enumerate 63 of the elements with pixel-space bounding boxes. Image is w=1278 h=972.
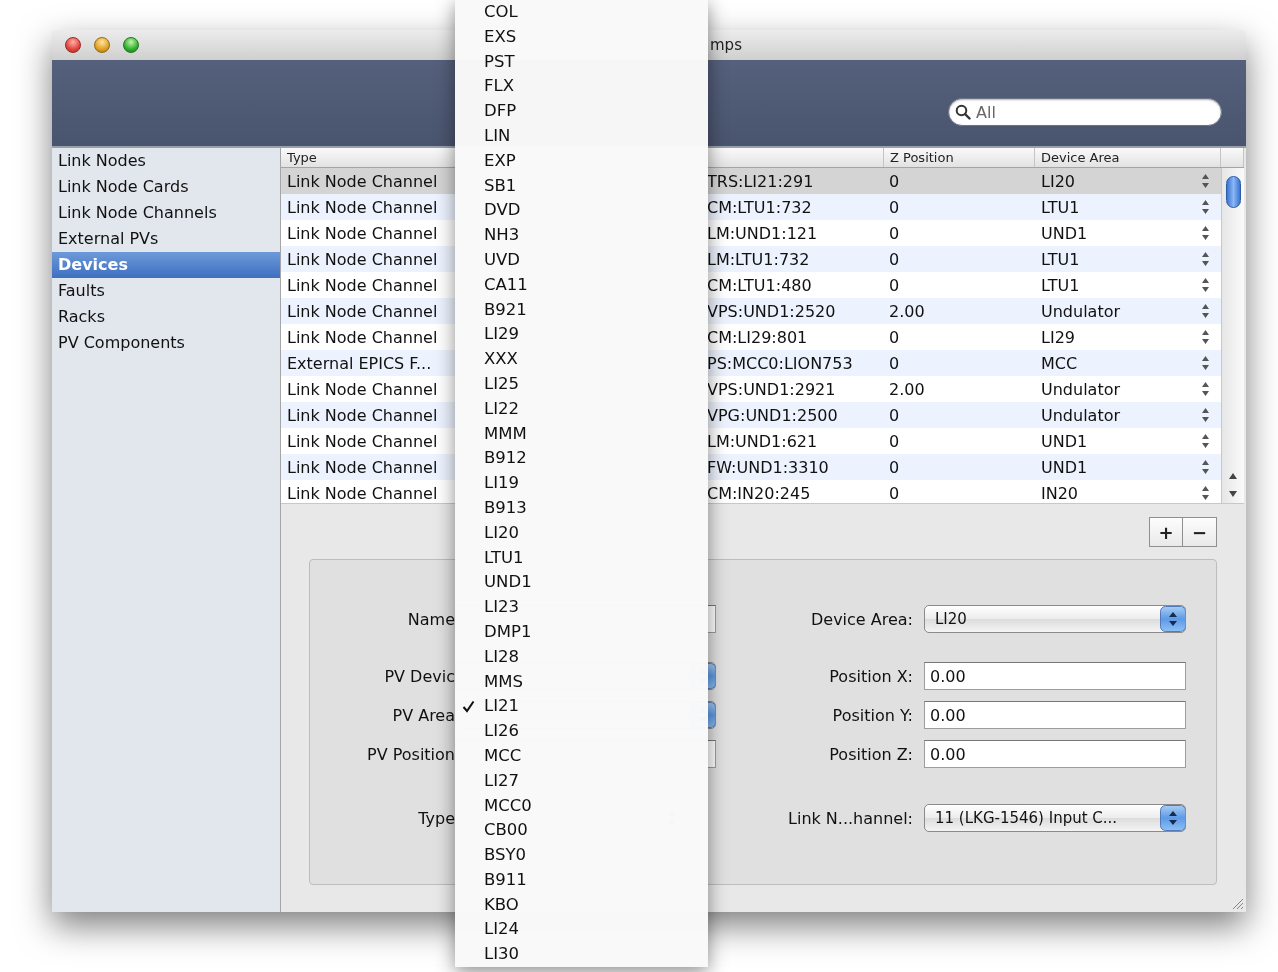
field-label: Type — [418, 808, 455, 828]
table-cell-text: Link Node Channel — [286, 327, 439, 347]
table-cell-text: LM:UND1:121 — [706, 223, 819, 243]
table-cell-text: VPS:UND1:2520 — [706, 301, 837, 321]
table-cell-text: Link Node Channel — [286, 223, 439, 243]
table-cell-text: CM:LTU1:732 — [706, 197, 813, 217]
table-cell-text: PS:MCC0:LION753 — [706, 353, 854, 373]
table-cell-text: LM:LTU1:732 — [706, 249, 811, 269]
table-cell-text: 0 — [888, 197, 901, 217]
table-cell-text: Undulator — [1040, 405, 1122, 425]
field-label: PV Position — [367, 744, 455, 764]
table-cell-text: LTU1 — [1040, 197, 1081, 217]
table-cell-text: 0 — [888, 405, 901, 425]
table-cell-text: Link Node Channel — [286, 405, 439, 425]
table-cell-text: 0 — [888, 483, 901, 503]
table-cell-text: TRS:LI21:291 — [706, 171, 815, 191]
table-cell-text: UND1 — [1040, 457, 1089, 477]
table-cell-text: LM:UND1:621 — [706, 431, 819, 451]
table-cell-text: Undulator — [1040, 301, 1122, 321]
window-title: mps — [710, 36, 742, 54]
table-cell-text: FW:UND1:3310 — [706, 457, 830, 477]
table-cell-text: CM:LI29:801 — [706, 327, 809, 347]
table-cell-text: 0 — [888, 223, 901, 243]
table-cell-text: VPG:UND1:2500 — [706, 405, 839, 425]
table-cell-text: External EPICS F... — [286, 353, 433, 373]
table-cell-text: LTU1 — [1040, 275, 1081, 295]
table-cell-text: Link Node Channel — [286, 457, 439, 477]
table-cell-text: 0 — [888, 275, 901, 295]
table-cell-text: 0 — [888, 249, 901, 269]
table-cell-text: LTU1 — [1040, 249, 1081, 269]
field-label: Position Z: — [829, 744, 914, 764]
table-cell-text: Link Node Channel — [286, 275, 439, 295]
table-cell-text: IN20 — [1040, 483, 1080, 503]
table-cell-text: 0 — [888, 431, 901, 451]
table-cell-text: 2.00 — [888, 379, 926, 399]
field-label: Position X: — [829, 666, 914, 686]
table-cell-text: UND1 — [1040, 223, 1089, 243]
table-cell-text: Link Node Channel — [286, 483, 439, 503]
table-cell-text: Link Node Channel — [286, 171, 439, 191]
table-cell-text: 0 — [888, 171, 901, 191]
field-label: Link N...hannel: — [788, 808, 914, 828]
table-cell-text: 0 — [888, 327, 901, 347]
table-cell-text: 2.00 — [888, 301, 926, 321]
table-cell-text: Link Node Channel — [286, 197, 439, 217]
field-label: Name — [407, 609, 455, 629]
field-label: Position Y: — [832, 705, 914, 725]
field-label: PV Area — [392, 705, 455, 725]
table-cell-text: Undulator — [1040, 379, 1122, 399]
field-label: Device Area: — [811, 609, 914, 629]
table-cell-text: Link Node Channel — [286, 431, 439, 451]
table-cell-text: 0 — [888, 353, 901, 373]
table-cell-text: Link Node Channel — [286, 301, 439, 321]
table-cell-text: VPS:UND1:2921 — [706, 379, 837, 399]
table-cell-text: Link Node Channel — [286, 249, 439, 269]
table-cell-text: CM:LTU1:480 — [706, 275, 813, 295]
table-cell-text: LI29 — [1040, 327, 1076, 347]
table-cell-text: Link Node Channel — [286, 379, 439, 399]
field-label: PV Devic — [384, 666, 455, 686]
table-cell-text: 0 — [888, 457, 901, 477]
table-cell-text: LI20 — [1040, 171, 1076, 191]
table-cell-text: UND1 — [1040, 431, 1089, 451]
table-cell-text: MCC — [1040, 353, 1079, 373]
table-cell-text: CM:IN20:245 — [706, 483, 812, 503]
